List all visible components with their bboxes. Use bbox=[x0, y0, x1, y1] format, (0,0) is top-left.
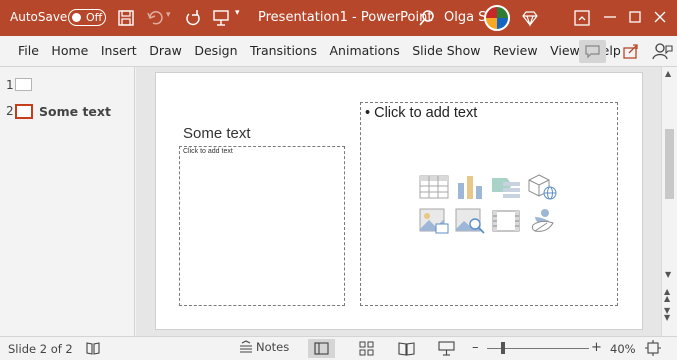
slide-thumbnail-1[interactable] bbox=[15, 78, 32, 91]
chart-icon[interactable] bbox=[455, 173, 485, 201]
tab-review[interactable]: Review bbox=[493, 43, 538, 58]
tab-view[interactable]: View bbox=[550, 43, 580, 58]
reading-view-icon bbox=[398, 342, 415, 356]
tab-file[interactable]: File bbox=[18, 43, 39, 58]
right-content-placeholder[interactable]: • Click to add text bbox=[360, 102, 618, 306]
notes-icon bbox=[240, 340, 252, 353]
share-icon bbox=[623, 44, 638, 59]
tab-draw[interactable]: Draw bbox=[149, 43, 182, 58]
autosave-toggle[interactable]: Off bbox=[68, 9, 106, 26]
comments-button[interactable] bbox=[579, 40, 606, 63]
undo-icon[interactable] bbox=[146, 9, 164, 27]
thumbnail-title[interactable]: Some text bbox=[39, 104, 111, 119]
coauthor-button[interactable] bbox=[650, 40, 674, 63]
ribbon-display-icon[interactable] bbox=[573, 9, 591, 27]
coauthor-icon bbox=[652, 43, 673, 60]
avatar[interactable] bbox=[484, 5, 510, 31]
tab-slide-show[interactable]: Slide Show bbox=[412, 43, 480, 58]
search-icon[interactable] bbox=[418, 9, 436, 27]
autosave-state: Off bbox=[86, 11, 103, 24]
tab-animations[interactable]: Animations bbox=[330, 43, 400, 58]
thumbnail-number: 1 bbox=[6, 78, 14, 92]
toggle-knob bbox=[72, 13, 81, 22]
zoom-slider-thumb[interactable] bbox=[501, 342, 506, 354]
left-placeholder-text: Click to add text bbox=[183, 148, 233, 155]
thumbnail-number: 2 bbox=[6, 104, 14, 118]
video-icon[interactable] bbox=[491, 207, 521, 235]
maximize-icon[interactable] bbox=[626, 8, 644, 26]
picture-icon[interactable] bbox=[419, 207, 449, 235]
fit-to-window-icon[interactable] bbox=[645, 340, 661, 356]
slideshow-icon bbox=[438, 341, 455, 356]
notes-button[interactable]: Notes bbox=[239, 340, 289, 354]
slide-sorter-button[interactable] bbox=[353, 339, 380, 358]
slide-indicator: Slide 2 of 2 bbox=[8, 342, 73, 356]
normal-view-icon bbox=[314, 342, 329, 355]
minimize-icon[interactable] bbox=[601, 8, 619, 26]
slide-sorter-icon bbox=[359, 341, 374, 356]
share-button[interactable] bbox=[617, 40, 644, 63]
zoom-out-button[interactable]: – bbox=[472, 340, 479, 355]
tab-home[interactable]: Home bbox=[51, 43, 88, 58]
comments-icon bbox=[585, 45, 600, 59]
tab-insert[interactable]: Insert bbox=[101, 43, 137, 58]
document-title: Presentation1 - PowerPoint bbox=[258, 10, 433, 25]
powerpoint-window: AutoSave Off ▾ ▾ Presentation1 - PowerPo… bbox=[0, 0, 677, 360]
slide-thumbnail-pane: 1 2 Some text bbox=[0, 67, 135, 336]
ribbon-tabs: File Home Insert Draw Design Transitions… bbox=[18, 43, 633, 58]
ribbon: File Home Insert Draw Design Transitions… bbox=[0, 36, 677, 67]
3d-model-icon[interactable] bbox=[527, 173, 557, 201]
notes-label: Notes bbox=[256, 340, 290, 354]
next-slide-icon[interactable]: ▼ ▼ bbox=[664, 307, 670, 322]
autosave-label: AutoSave bbox=[10, 10, 68, 24]
user-name[interactable]: Olga S bbox=[444, 10, 486, 25]
scrollbar-thumb[interactable] bbox=[665, 129, 674, 199]
undo-dropdown-icon[interactable]: ▾ bbox=[166, 10, 171, 20]
status-bar: Slide 2 of 2 Notes – + 40% bbox=[0, 336, 677, 360]
icons-icon[interactable] bbox=[527, 207, 557, 235]
save-icon[interactable] bbox=[117, 9, 135, 27]
scroll-down-icon[interactable]: ▼ bbox=[665, 270, 671, 279]
slide-editing-area: Some text Click to add text • Click to a… bbox=[136, 67, 661, 336]
insert-content-icons bbox=[419, 173, 561, 237]
scroll-up-icon[interactable]: ▲ bbox=[665, 69, 671, 78]
zoom-in-button[interactable]: + bbox=[591, 340, 602, 355]
slide-title-placeholder[interactable]: Some text bbox=[183, 125, 251, 142]
vertical-scrollbar[interactable]: ▲ ▼ ▲ ▲ ▼ ▼ bbox=[661, 67, 677, 336]
close-icon[interactable] bbox=[651, 8, 669, 26]
slide-canvas[interactable]: Some text Click to add text • Click to a… bbox=[156, 73, 642, 329]
table-icon[interactable] bbox=[419, 173, 449, 201]
online-picture-icon[interactable] bbox=[455, 207, 485, 235]
smartart-icon[interactable] bbox=[491, 173, 521, 201]
reading-view-button[interactable] bbox=[393, 339, 420, 358]
previous-slide-icon[interactable]: ▲ ▲ bbox=[664, 288, 670, 303]
accessibility-checker-icon[interactable] bbox=[86, 341, 100, 355]
redo-icon[interactable] bbox=[184, 9, 202, 27]
zoom-level[interactable]: 40% bbox=[610, 342, 636, 356]
right-placeholder-text: • Click to add text bbox=[365, 105, 478, 121]
left-content-placeholder[interactable]: Click to add text bbox=[179, 146, 345, 306]
slideshow-view-button[interactable] bbox=[433, 339, 460, 358]
normal-view-button[interactable] bbox=[308, 339, 335, 358]
title-bar: AutoSave Off ▾ ▾ Presentation1 - PowerPo… bbox=[0, 0, 677, 36]
present-icon[interactable] bbox=[212, 9, 230, 27]
tab-transitions[interactable]: Transitions bbox=[250, 43, 317, 58]
slide-thumbnail-2[interactable] bbox=[15, 104, 33, 119]
tab-design[interactable]: Design bbox=[194, 43, 237, 58]
customize-toolbar-icon[interactable]: ▾ bbox=[235, 8, 240, 18]
premium-diamond-icon[interactable] bbox=[521, 9, 539, 27]
